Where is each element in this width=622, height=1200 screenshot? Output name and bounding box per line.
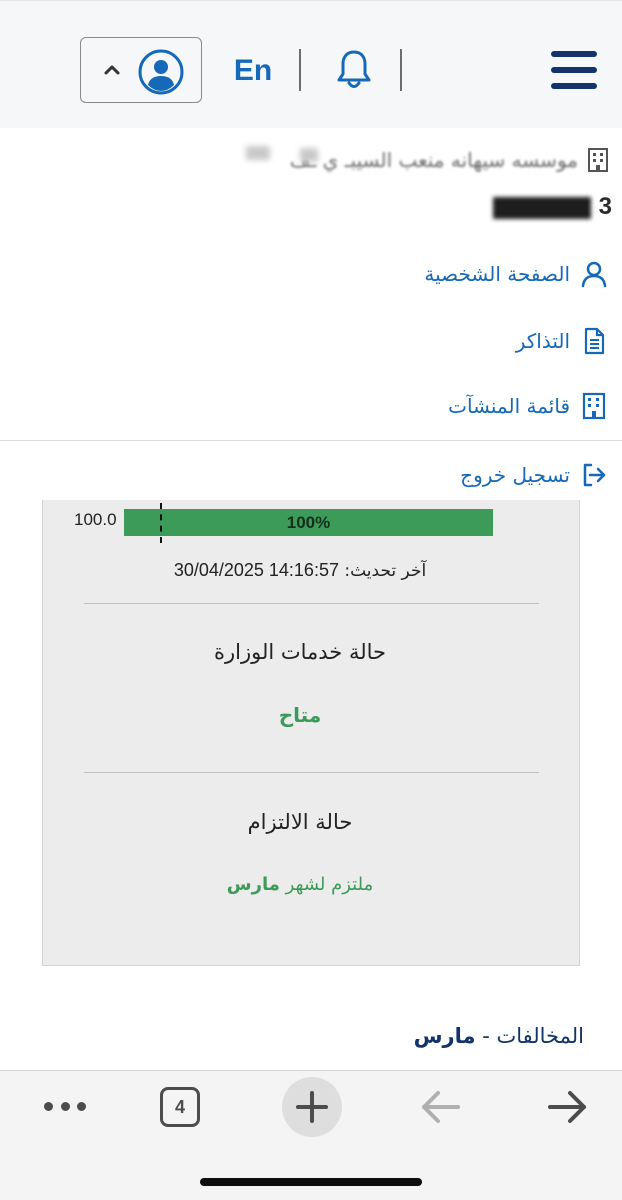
arrow-right-icon[interactable] — [546, 1088, 590, 1126]
chevron-up-icon — [104, 65, 120, 75]
card-divider — [84, 603, 539, 604]
user-avatar-icon — [138, 49, 184, 95]
header-divider — [299, 49, 301, 91]
arrow-left-icon[interactable] — [418, 1088, 462, 1126]
document-icon — [584, 327, 605, 355]
menu-item-tickets[interactable]: التذاكر — [516, 323, 608, 359]
logout-icon — [583, 463, 606, 487]
commitment-status: ملتزم لشهر مارس — [100, 874, 500, 902]
redaction — [246, 146, 270, 160]
account-number-text: 3 — [598, 193, 612, 220]
violations-heading: المخالفات - مارس — [300, 1024, 584, 1056]
menu-divider — [0, 440, 622, 441]
menu-item-logout[interactable]: تسجيل خروج — [460, 457, 608, 493]
commitment-month: مارس — [226, 874, 280, 895]
commitment-title: حالة الالتزام — [247, 810, 353, 834]
top-header: En — [0, 0, 622, 128]
tabs-icon[interactable]: 4 — [160, 1087, 200, 1127]
card-divider — [84, 772, 539, 773]
hamburger-menu-icon[interactable] — [551, 51, 597, 89]
language-toggle[interactable]: En — [228, 51, 278, 91]
user-menu-button[interactable] — [80, 37, 202, 103]
account-number: 3 — [470, 192, 612, 222]
menu-item-establishments[interactable]: قائمة المنشآت — [448, 388, 608, 424]
menu-item-label: التذاكر — [515, 329, 570, 353]
last-update-value: 30/04/2025 14:16:57 — [173, 560, 339, 580]
last-update: آخر تحديث: 30/04/2025 14:16:57 — [150, 560, 450, 584]
violations-month: مارس — [413, 1024, 476, 1048]
menu-item-label: تسجيل خروج — [460, 463, 570, 487]
building-icon — [582, 392, 606, 420]
person-icon — [581, 261, 607, 288]
more-dots-icon[interactable] — [44, 1098, 86, 1114]
organization-name-text: موسسه سيهانه منعب السيبـ ي ـف — [289, 148, 578, 172]
menu-item-label: قائمة المنشآت — [448, 394, 570, 418]
ministry-services-title: حالة خدمات الوزارة — [213, 640, 386, 664]
commitment-prefix: ملتزم لشهر — [285, 874, 374, 895]
bell-icon[interactable] — [334, 48, 374, 92]
progress-bar: 100% — [124, 503, 493, 543]
redaction — [492, 196, 591, 219]
menu-item-label: الصفحة الشخصية — [424, 262, 570, 286]
last-update-label: آخر تحديث: — [344, 561, 427, 581]
bar-value-label: 100.0 — [74, 510, 117, 529]
new-tab-button[interactable] — [282, 1077, 342, 1137]
ministry-services-status: متاح — [278, 703, 322, 727]
redaction — [300, 148, 318, 162]
violations-label: المخالفات - — [482, 1024, 584, 1048]
progress-percent: 100% — [286, 513, 331, 532]
app-screen: En موسسه سيهانه منعب السيبـ ي ـف 3 الصفح… — [0, 0, 622, 1200]
home-indicator — [200, 1178, 422, 1186]
building-icon — [588, 148, 608, 172]
menu-item-profile[interactable]: الصفحة الشخصية — [424, 256, 608, 292]
plus-icon — [296, 1091, 328, 1123]
header-divider — [400, 49, 402, 91]
